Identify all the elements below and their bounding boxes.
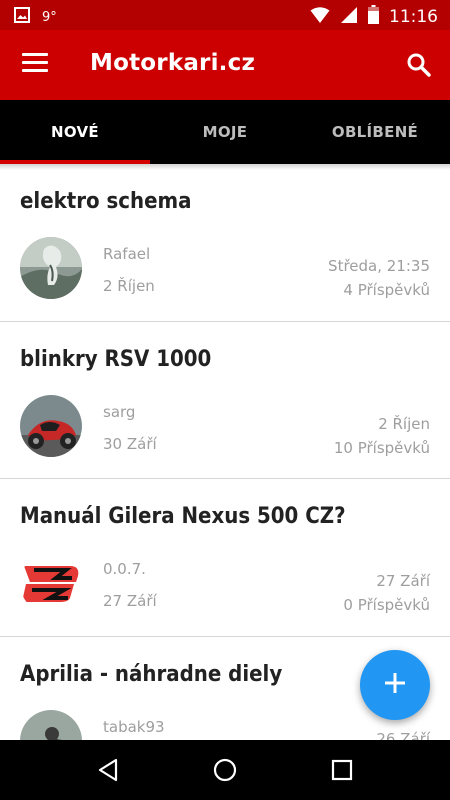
status-bar: 9° 11:16 xyxy=(0,0,450,30)
tab-oblibene[interactable]: OBLÍBENÉ xyxy=(300,100,450,164)
thread-title: elektro schema xyxy=(20,189,192,214)
thread-last-post-date: Středa, 21:35 xyxy=(328,257,430,275)
thread-post-count: 0 Příspěvků xyxy=(343,596,430,614)
thread-last-post-date: 2 Říjen xyxy=(378,414,430,433)
avatar xyxy=(20,552,82,614)
home-icon[interactable] xyxy=(205,750,245,790)
tab-bar: NOVÉ MOJE OBLÍBENÉ xyxy=(0,100,450,164)
wifi-icon xyxy=(310,6,330,29)
thread-author: tabak93 xyxy=(103,717,165,736)
thread-item[interactable]: Manuál Gilera Nexus 500 CZ? 0.0.7. 27 Zá… xyxy=(0,479,450,637)
system-nav-bar xyxy=(0,740,450,800)
tab-nove[interactable]: NOVÉ xyxy=(0,100,150,164)
search-icon[interactable] xyxy=(406,52,432,78)
tab-moje[interactable]: MOJE xyxy=(150,100,300,164)
thread-author: Rafael xyxy=(103,245,151,263)
thread-author: sarg xyxy=(103,402,136,421)
avatar xyxy=(20,394,82,457)
thread-start-date: 2 Říjen xyxy=(103,277,155,295)
thread-post-count: 4 Příspěvků xyxy=(343,281,430,299)
thread-title: Manuál Gilera Nexus 500 CZ? xyxy=(20,504,346,529)
avatar xyxy=(20,709,82,740)
thread-title: Aprilia - náhradne diely xyxy=(20,661,283,687)
plus-icon xyxy=(384,672,406,699)
app-bar: Motorkari.cz xyxy=(0,30,450,100)
back-icon[interactable] xyxy=(88,750,128,790)
signal-icon xyxy=(340,6,358,29)
thread-post-count: 10 Příspěvků xyxy=(333,438,430,457)
thread-author: 0.0.7. xyxy=(103,560,146,578)
battery-icon xyxy=(368,5,379,29)
add-thread-button[interactable] xyxy=(360,650,430,720)
thread-item[interactable]: blinkry RSV 1000 sarg 30 Září 2 Říjen 10… xyxy=(0,322,450,479)
menu-icon[interactable] xyxy=(22,53,48,75)
avatar xyxy=(20,237,82,299)
thread-start-date: 30 Září xyxy=(103,434,157,453)
thread-title: blinkry RSV 1000 xyxy=(20,346,212,372)
app-title: Motorkari.cz xyxy=(90,50,256,76)
thread-last-post-date: 26 Září xyxy=(376,729,430,741)
thread-item[interactable]: elektro schema Rafael 2 Říjen Středa, 21… xyxy=(0,164,450,322)
image-icon xyxy=(14,7,30,28)
thread-last-post-date: 27 Září xyxy=(376,572,430,590)
temperature-text: 9° xyxy=(42,10,57,25)
thread-start-date: 27 Září xyxy=(103,592,157,610)
clock-text: 11:16 xyxy=(389,7,438,27)
recents-icon[interactable] xyxy=(322,750,362,790)
